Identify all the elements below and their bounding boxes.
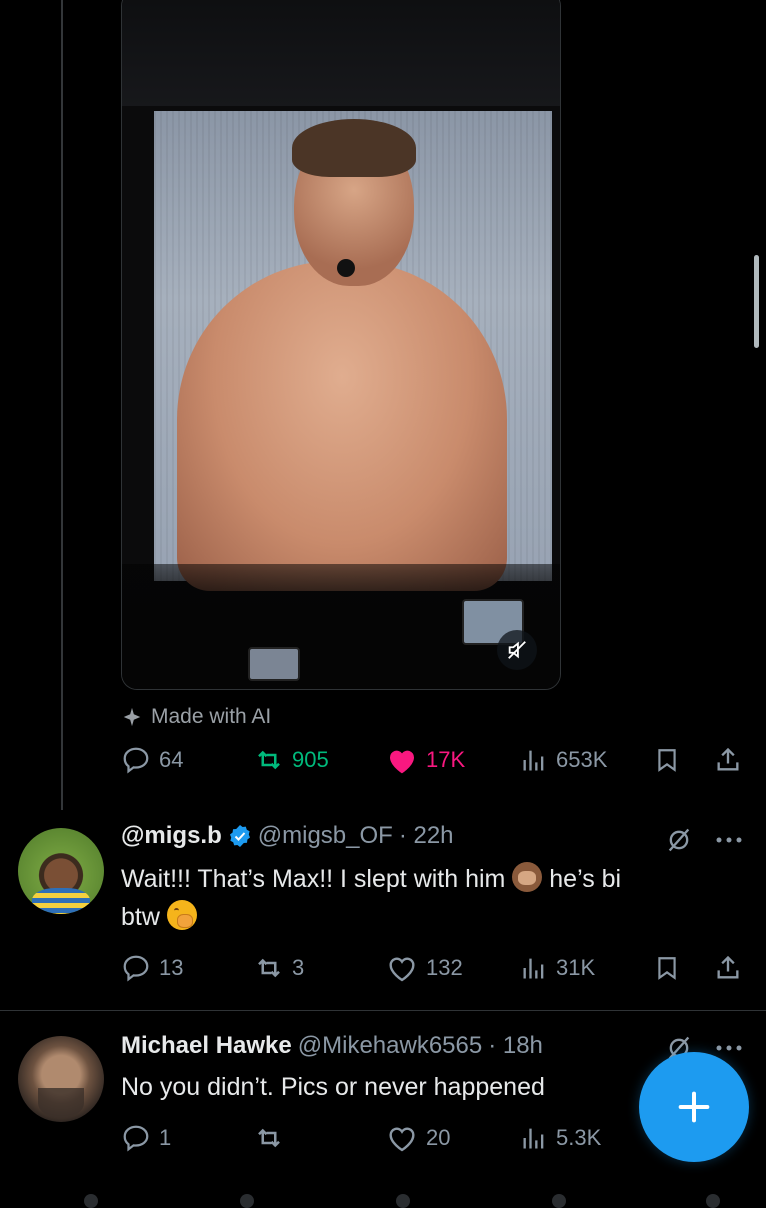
- like-count: 132: [426, 955, 463, 980]
- display-name[interactable]: Michael Hawke: [121, 1032, 292, 1060]
- like-count: 17K: [426, 747, 466, 772]
- reply-button[interactable]: 1: [121, 1123, 171, 1153]
- reply-button[interactable]: 13: [121, 953, 183, 983]
- repost-count: 3: [292, 955, 305, 980]
- reply-text-line2: btw: [121, 903, 160, 931]
- grok-icon[interactable]: [665, 826, 693, 854]
- views-button[interactable]: 31K: [520, 953, 595, 983]
- timestamp[interactable]: · 18h: [488, 1032, 543, 1060]
- nav-item[interactable]: [240, 1194, 254, 1208]
- bookmark-button[interactable]: [654, 953, 680, 983]
- share-button[interactable]: [714, 953, 742, 983]
- heart-icon: [389, 1127, 415, 1152]
- view-count: 31K: [556, 955, 596, 980]
- user-handle[interactable]: @Mikehawk6565: [298, 1032, 482, 1060]
- repost-count: 905: [292, 747, 329, 772]
- share-icon: [717, 747, 739, 771]
- reply-text-continued: he’s bi: [549, 865, 622, 893]
- reply-header: @migs.b @migsb_OF · 22h: [121, 822, 454, 850]
- reply-text: Wait!!! That’s Max!! I slept with him he…: [121, 860, 731, 936]
- reply-button[interactable]: 64: [121, 745, 183, 775]
- views-button[interactable]: 653K: [520, 745, 607, 775]
- reply-count: 64: [159, 747, 184, 772]
- more-options-icon[interactable]: [715, 835, 743, 845]
- nav-item[interactable]: [706, 1194, 720, 1208]
- ai-label-text: Made with AI: [151, 705, 272, 728]
- reply-text-line1: No you didn’t. Pics or never happened: [121, 1073, 545, 1101]
- nav-item[interactable]: [84, 1194, 98, 1208]
- nav-item[interactable]: [552, 1194, 566, 1208]
- post-video[interactable]: [121, 0, 561, 690]
- thread-connector-line: [61, 0, 63, 810]
- heart-filled-icon: [390, 750, 414, 774]
- sparkle-icon: [123, 707, 141, 727]
- plus-icon: [678, 1091, 710, 1123]
- ai-generated-label: Made with AI: [121, 705, 271, 729]
- timestamp[interactable]: · 22h: [399, 822, 454, 850]
- reply-icon: [123, 747, 149, 774]
- repost-button[interactable]: 905: [254, 745, 329, 775]
- reply-header: Michael Hawke @Mikehawk6565 · 18h: [121, 1032, 543, 1060]
- share-button[interactable]: [714, 745, 742, 775]
- bookmark-icon: [658, 749, 676, 772]
- reply-icon: [123, 955, 149, 982]
- bottom-nav-bar: [0, 1190, 766, 1200]
- bookmark-icon: [658, 957, 676, 980]
- views-chart-icon: [523, 1128, 544, 1149]
- speaker-muted-icon: [508, 641, 526, 659]
- see-no-evil-monkey-icon: [512, 862, 543, 892]
- compose-button[interactable]: [639, 1052, 749, 1162]
- reply-icon: [123, 1125, 149, 1152]
- share-icon: [717, 955, 739, 979]
- views-chart-icon: [523, 958, 544, 979]
- avatar[interactable]: [18, 1036, 104, 1122]
- repost-icon: [258, 1128, 280, 1148]
- reply-count: 13: [159, 955, 184, 980]
- repost-button[interactable]: [254, 1123, 284, 1153]
- scrollbar-thumb[interactable]: [754, 255, 759, 348]
- view-count: 5.3K: [556, 1125, 602, 1150]
- more-options-icon[interactable]: [715, 1043, 743, 1053]
- like-count: 20: [426, 1125, 451, 1150]
- divider: [0, 1010, 766, 1011]
- avatar[interactable]: [18, 828, 104, 914]
- like-button[interactable]: 20: [386, 1123, 450, 1153]
- user-handle[interactable]: @migsb_OF: [258, 822, 393, 850]
- bookmark-button[interactable]: [654, 745, 680, 775]
- verified-badge-icon: [229, 825, 250, 847]
- views-chart-icon: [523, 750, 544, 771]
- like-button[interactable]: 17K: [386, 745, 465, 775]
- like-button[interactable]: 132: [386, 953, 463, 983]
- display-name[interactable]: @migs.b: [121, 822, 222, 850]
- face-with-hand-over-mouth-icon: [166, 900, 197, 930]
- repost-button[interactable]: 3: [254, 953, 304, 983]
- mute-toggle-button[interactable]: [497, 630, 537, 670]
- heart-icon: [389, 957, 415, 982]
- repost-icon: [258, 958, 280, 978]
- repost-icon: [258, 750, 280, 770]
- view-count: 653K: [556, 747, 608, 772]
- reply-text-line1: Wait!!! That’s Max!! I slept with him: [121, 865, 506, 893]
- reply-count: 1: [159, 1125, 172, 1150]
- views-button[interactable]: 5.3K: [520, 1123, 601, 1153]
- nav-item[interactable]: [396, 1194, 410, 1208]
